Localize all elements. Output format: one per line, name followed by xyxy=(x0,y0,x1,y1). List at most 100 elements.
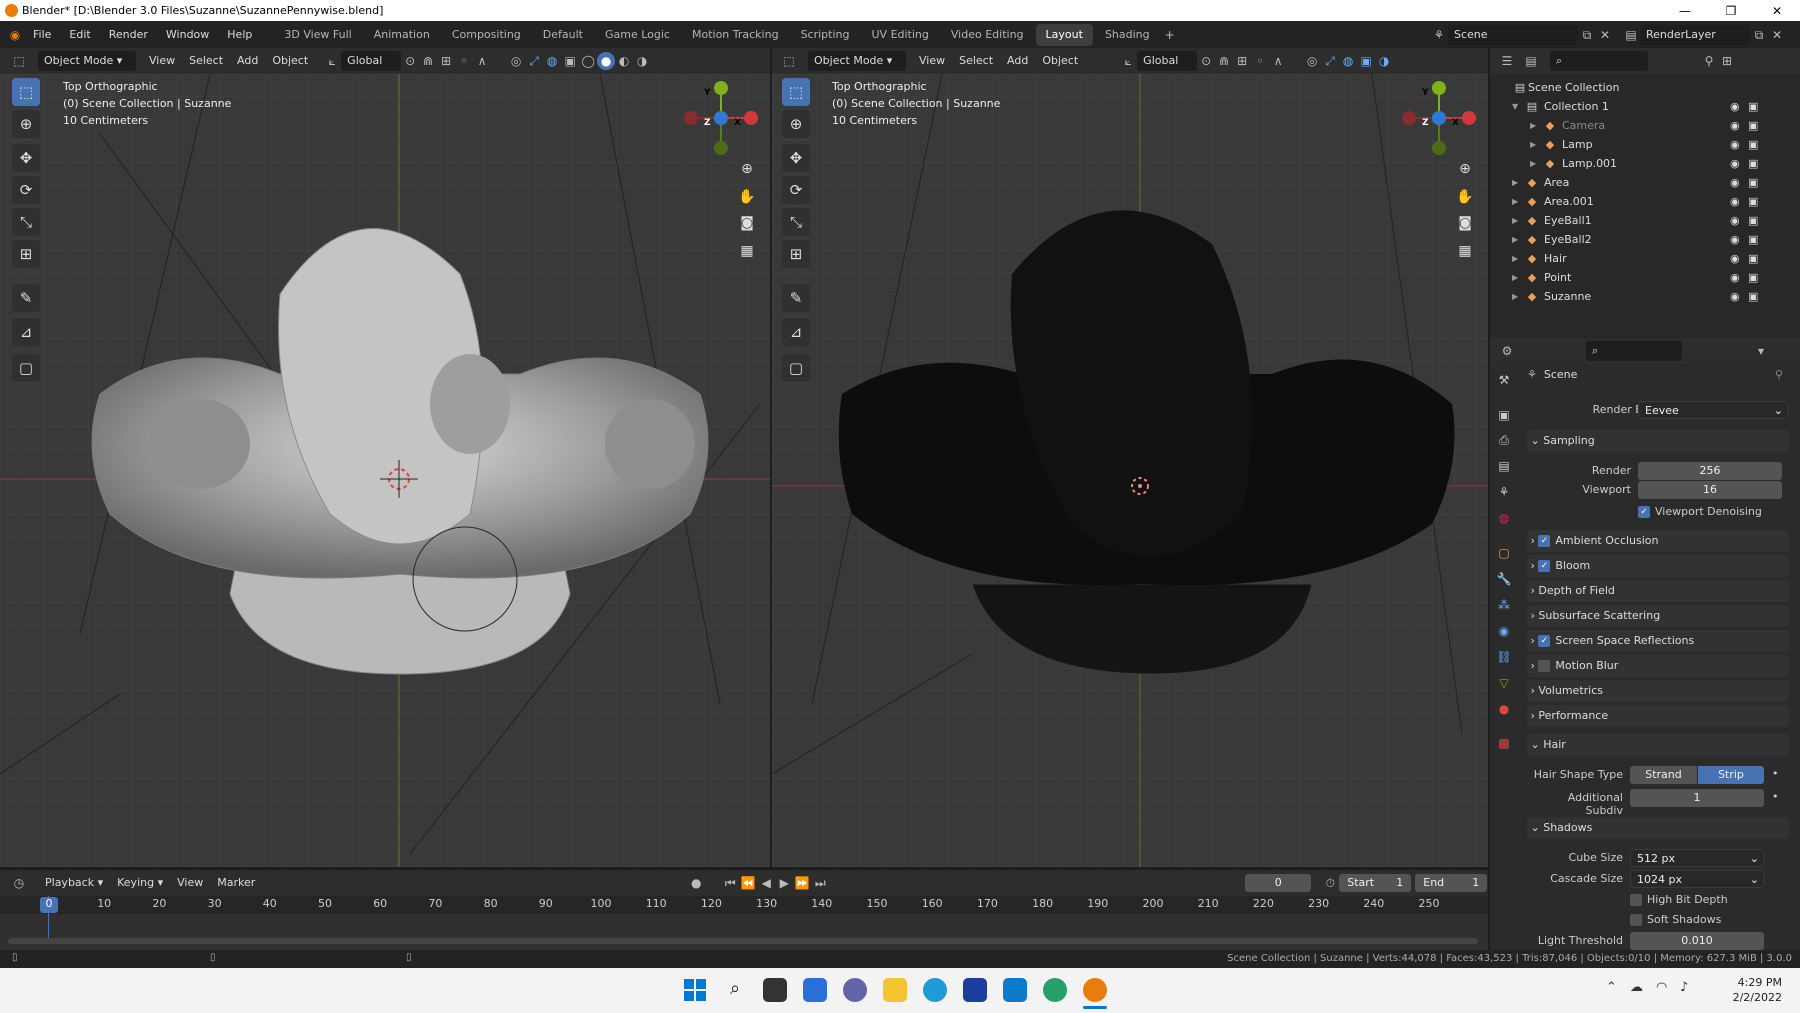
panel-ambient-occlusion[interactable]: › ✓ Ambient Occlusion xyxy=(1527,530,1789,552)
xray-icon[interactable]: ▣ xyxy=(1357,52,1375,70)
visibility-eye-icon[interactable]: ◉ xyxy=(1730,252,1740,265)
output-tab-icon[interactable]: ⎙ xyxy=(1494,430,1514,450)
particles-tab-icon[interactable]: ⁂ xyxy=(1494,595,1514,615)
outliner-editor-icon[interactable]: ☰ xyxy=(1498,52,1516,70)
outliner-search-field[interactable]: ⌕ xyxy=(1550,51,1648,71)
properties-search-field[interactable]: ⌕ xyxy=(1586,341,1682,361)
start-frame-field[interactable]: Start 1 xyxy=(1339,874,1412,892)
zoom-icon[interactable]: ⊕ xyxy=(734,156,760,182)
tab-video-editing[interactable]: Video Editing xyxy=(941,24,1034,46)
constraints-tab-icon[interactable]: ⛓ xyxy=(1494,647,1514,667)
zoom-icon[interactable]: ⊕ xyxy=(1452,156,1478,182)
menu-select[interactable]: Select xyxy=(952,51,1000,71)
expand-icon[interactable]: ▶ xyxy=(1530,159,1542,168)
tab-shading[interactable]: Shading xyxy=(1095,24,1160,46)
expand-icon[interactable]: ▶ xyxy=(1512,197,1524,206)
visibility-icon[interactable]: ◎ xyxy=(1303,52,1321,70)
menu-keying[interactable]: Keying ▾ xyxy=(110,873,170,893)
annotate-tool[interactable]: ✎ xyxy=(782,284,810,312)
delete-scene-icon[interactable]: ✕ xyxy=(1596,26,1614,44)
volume-icon[interactable]: ♪ xyxy=(1680,980,1688,995)
outliner-item[interactable]: ▶ ◆ Suzanne ◉ ▣ xyxy=(1512,287,1800,306)
maximize-button[interactable]: ❐ xyxy=(1708,0,1754,21)
sampling-viewport-field[interactable]: 16 xyxy=(1638,481,1782,499)
checkbox-icon[interactable] xyxy=(1538,660,1551,672)
checkbox-icon[interactable]: ✓ xyxy=(1538,635,1551,647)
tab-scripting[interactable]: Scripting xyxy=(791,24,860,46)
snap-icon[interactable]: ⋒ xyxy=(1215,52,1233,70)
chat-icon[interactable] xyxy=(843,978,867,1002)
tab-animation[interactable]: Animation xyxy=(364,24,440,46)
tab-default[interactable]: Default xyxy=(533,24,593,46)
outliner-item[interactable]: ▶ ◆ Area ◉ ▣ xyxy=(1512,173,1800,192)
menu-object[interactable]: Object xyxy=(265,51,315,71)
outliner-item[interactable]: ▶ ◆ Area.001 ◉ ▣ xyxy=(1512,192,1800,211)
visibility-eye-icon[interactable]: ◉ xyxy=(1730,233,1740,246)
delete-view-layer-icon[interactable]: ✕ xyxy=(1768,26,1786,44)
pan-hand-icon[interactable]: ✋ xyxy=(1452,184,1478,210)
jump-start-icon[interactable]: ⏮ xyxy=(721,874,739,892)
checkbox-icon[interactable]: ✓ xyxy=(1538,560,1551,572)
wifi-icon[interactable]: ◠ xyxy=(1656,980,1667,995)
panel-motion-blur[interactable]: › Motion Blur xyxy=(1527,655,1789,677)
menu-playback[interactable]: Playback ▾ xyxy=(38,873,110,893)
end-frame-field[interactable]: End 1 xyxy=(1415,874,1488,892)
cascade-size-dropdown[interactable]: 1024 px ⌄ xyxy=(1630,870,1764,888)
visibility-eye-icon[interactable]: ◉ xyxy=(1730,119,1740,132)
expand-icon[interactable]: ▶ xyxy=(1512,273,1524,282)
task-view-icon[interactable] xyxy=(763,978,787,1002)
checkbox-icon[interactable]: ✓ xyxy=(1538,535,1551,547)
data-tab-icon[interactable]: ▽ xyxy=(1494,673,1514,693)
rotate-tool[interactable]: ⟳ xyxy=(12,176,40,204)
expand-icon[interactable]: ▶ xyxy=(1512,216,1524,225)
orientation-selector[interactable]: Global xyxy=(1137,51,1198,71)
tab-motion-tracking[interactable]: Motion Tracking xyxy=(682,24,789,46)
wireframe-shading-icon[interactable]: ◯ xyxy=(579,52,597,70)
view-layer-tab-icon[interactable]: ▤ xyxy=(1494,456,1514,476)
display-mode-icon[interactable]: ▤ xyxy=(1522,52,1540,70)
overlay-toggle-icon[interactable]: ◍ xyxy=(543,52,561,70)
outliner-item[interactable]: ▶ ◆ Point ◉ ▣ xyxy=(1512,268,1800,287)
falloff-icon[interactable]: ∧ xyxy=(473,52,491,70)
tray-chevron-icon[interactable]: ⌃ xyxy=(1606,980,1617,995)
search-icon[interactable]: ⌕ xyxy=(723,978,747,1002)
move-tool[interactable]: ✥ xyxy=(782,144,810,172)
panel-performance[interactable]: › Performance xyxy=(1527,705,1789,727)
panel-shadows[interactable]: ⌄ Shadows xyxy=(1527,817,1789,839)
render-camera-icon[interactable]: ▣ xyxy=(1748,176,1758,189)
current-frame-field[interactable]: 0 xyxy=(1245,874,1312,892)
world-tab-icon[interactable]: ◍ xyxy=(1494,508,1514,528)
outliner-root[interactable]: ▤ Scene Collection xyxy=(1512,78,1800,97)
menu-render[interactable]: Render xyxy=(100,21,157,48)
play-icon[interactable]: ▶ xyxy=(775,874,793,892)
snap-icon[interactable]: ⋒ xyxy=(419,52,437,70)
panel-hair[interactable]: ⌄ Hair xyxy=(1527,734,1789,756)
material-tab-icon[interactable]: ● xyxy=(1494,699,1514,719)
expand-icon[interactable]: ▶ xyxy=(1512,235,1524,244)
select-box-tool[interactable]: ⬚ xyxy=(782,78,810,106)
filter-icon[interactable]: ⚲ xyxy=(1700,52,1718,70)
render-camera-icon[interactable]: ▣ xyxy=(1748,252,1758,265)
visibility-eye-icon[interactable]: ◉ xyxy=(1730,138,1740,151)
jump-keyframe-back-icon[interactable]: ⏪ xyxy=(739,874,757,892)
outliner-item[interactable]: ▼ ▤ Collection 1 ◉ ▣ xyxy=(1512,97,1800,116)
pin-icon[interactable]: ⚲ xyxy=(1775,368,1783,381)
modifier-tab-icon[interactable]: 🔧 xyxy=(1494,569,1514,589)
render-camera-icon[interactable]: ▣ xyxy=(1748,157,1758,170)
widgets-icon[interactable] xyxy=(803,978,827,1002)
gizmo-toggle-icon[interactable]: ⤢ xyxy=(1321,52,1339,70)
tab-game-logic[interactable]: Game Logic xyxy=(595,24,680,46)
panel-depth-of-field[interactable]: › Depth of Field xyxy=(1527,580,1789,602)
tab-uv-editing[interactable]: UV Editing xyxy=(862,24,939,46)
render-camera-icon[interactable]: ▣ xyxy=(1748,119,1758,132)
viewport-left[interactable]: Y X Z Top Orthographic (0) Scene Collect… xyxy=(0,74,770,867)
proportional-edit-icon[interactable]: ◦ xyxy=(455,52,473,70)
expand-icon[interactable]: ▼ xyxy=(1512,102,1524,111)
visibility-eye-icon[interactable]: ◉ xyxy=(1730,176,1740,189)
render-camera-icon[interactable]: ▣ xyxy=(1748,271,1758,284)
visibility-eye-icon[interactable]: ◉ xyxy=(1730,195,1740,208)
animate-dot-icon[interactable]: • xyxy=(1772,790,1779,803)
new-view-layer-icon[interactable]: ⧉ xyxy=(1750,26,1768,44)
expand-icon[interactable]: ▶ xyxy=(1512,292,1524,301)
transform-tool[interactable]: ⊞ xyxy=(782,240,810,268)
